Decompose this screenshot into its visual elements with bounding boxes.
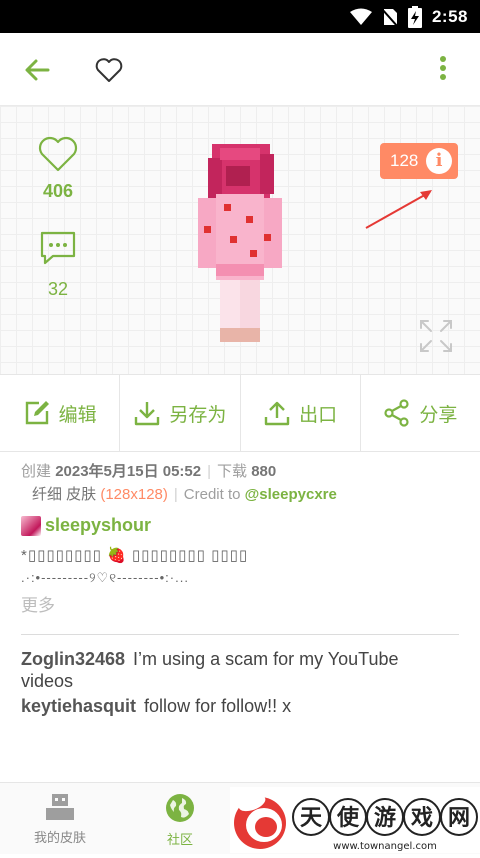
comment-item: keytiehasquit follow for follow!! x [21,695,441,717]
more-options-icon[interactable] [430,53,456,87]
wifi-icon [349,8,372,25]
save-as-button[interactable]: 另存为 [120,375,241,451]
downloads-value: 880 [251,463,277,480]
my-skins-icon [46,794,74,820]
comments-count: 32 [47,279,69,299]
meta-created-downloads: 创建 2023年5月15日 05:52 | 下载 880 [21,460,276,481]
meta-separator: | [207,463,212,480]
like-stat[interactable]: 406 [28,136,88,202]
annotation-arrow [365,190,432,229]
show-more-link[interactable]: 更多 [21,591,55,616]
created-label: 创建 [21,463,52,480]
comment-stat[interactable]: 32 [28,230,88,300]
author-name[interactable]: sleepyshour [45,515,151,536]
watermark-logo: 天 使 游 戏 网 www.townangel.com [234,794,478,852]
skin-model[interactable] [190,138,290,348]
edit-button[interactable]: 编辑 [0,375,121,451]
author-row[interactable]: sleepyshour [21,515,151,536]
watermark-char: 天 [300,806,323,831]
created-value: 2023年5月15日 05:52 [55,463,202,480]
nav-my-skins[interactable]: 我的皮肤 [15,793,105,846]
watermark-url: www.townangel.com [333,841,437,852]
edit-label: 编辑 [58,404,97,426]
status-time: 2:58 [431,6,468,26]
comment-username[interactable]: keytiehasquit [21,696,136,716]
watermark-char: 戏 [410,806,433,831]
battery-charging-icon [407,5,422,28]
likes-count: 406 [42,181,74,201]
description-line-1: *▯▯▯▯▯▯▯▯ 🍓 ▯▯▯▯▯▯▯▯ ▯▯▯▯ [21,547,249,564]
skin-type: 纤细 皮肤 [32,486,97,503]
watermark-char: 网 [448,806,470,831]
meta-type-credit: 纤细 皮肤 (128x128) | Credit to @sleepycxre [32,483,337,504]
share-label: 分享 [419,404,458,426]
fullscreen-expand-icon[interactable] [418,318,454,354]
watermark-char: 游 [374,805,396,831]
back-arrow-icon[interactable] [22,55,52,85]
nav-community[interactable]: 社区 [135,793,225,848]
skin-resolution: (128x128) [100,486,168,503]
share-button[interactable]: 分享 [361,375,480,451]
skin-preview[interactable]: 406 32 128 i [0,106,480,374]
share-icon [384,399,409,427]
comment-bubble-icon [40,231,76,265]
resolution-badge-text: 128 [390,151,419,170]
watermark-char: 使 [336,806,360,831]
nav-community-label: 社区 [166,832,193,847]
site-watermark: 天 使 游 戏 网 www.townangel.com [230,787,480,853]
description-line-2: .·:•---------୨♡୧--------•:·... [21,570,189,585]
no-sim-icon [381,7,398,27]
divider [21,634,459,635]
edit-icon [25,401,49,425]
export-button[interactable]: 出口 [241,375,361,451]
action-bar: 编辑 另存为 出口 分享 [0,374,480,452]
comment-username[interactable]: Zoglin32468 [21,649,125,669]
save-as-label: 另存为 [169,404,227,426]
nav-my-skins-label: 我的皮肤 [33,830,86,845]
globe-icon [166,794,194,822]
downloads-label: 下载 [217,463,248,480]
resolution-badge[interactable]: 128 i [380,143,458,179]
status-bar: 2:58 [0,0,480,33]
download-icon [135,402,160,426]
export-label: 出口 [299,404,338,426]
author-avatar[interactable] [21,515,41,536]
heart-outline-icon [38,136,78,172]
meta-separator: | [173,486,178,503]
comment-item: Zoglin32468 I’m using a scam for my YouTu… [21,648,441,692]
favorite-heart-icon[interactable] [94,55,124,85]
app-bar [0,33,480,106]
upload-icon [264,401,290,426]
credit-handle-link[interactable]: @sleepycxre [245,486,337,503]
comment-text: follow for follow!! x [144,696,292,716]
credit-label: Credit to [183,486,241,503]
info-icon[interactable]: i [426,148,452,174]
